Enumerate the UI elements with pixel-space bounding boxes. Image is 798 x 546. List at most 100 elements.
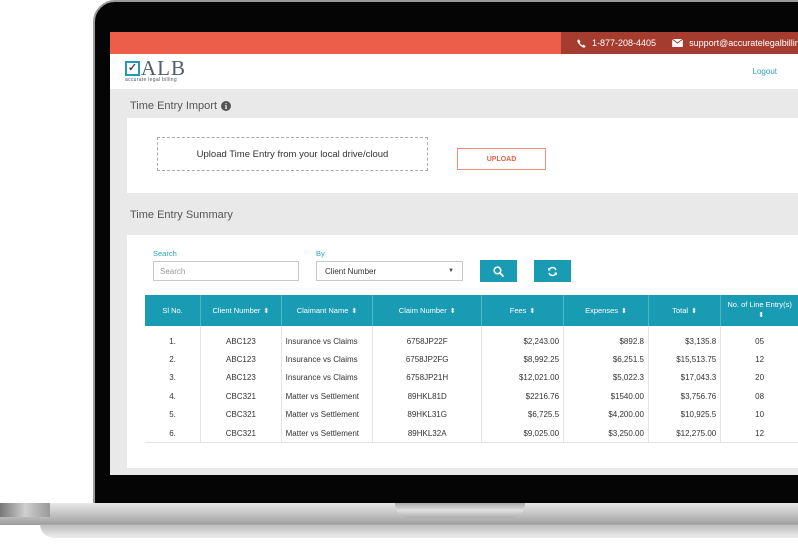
cell-line-entries: 05 [755,336,765,346]
table-row[interactable]: 5. CBC321 Matter vs Settlement 89HKL31G $6,7… [145,405,798,424]
search-input[interactable] [153,261,299,281]
cell-client-number: CBC321 [200,423,282,444]
column-header-line-entries[interactable]: No. of Line Entry(s)⬍ [720,295,798,326]
top-contact-bar: 1-877-208-4405 support@accuratelegalbill… [110,32,798,54]
table-row[interactable]: 2. ABC123 Insurance vs Claims 6758JP2FG $8,9… [145,350,798,369]
cell-expenses: $6,251.5 [563,350,649,369]
table-row[interactable]: 1. ABC123 Insurance vs Claims 6758JP22F $2,2… [145,326,798,351]
cell-total: $15,513.75 [648,350,722,369]
cell-total: $3,756.76 [648,387,722,406]
cell-fees: $12,021.00 [481,368,565,388]
cell-fees: $2216.76 [481,387,565,406]
table-header-row: Sl No. Client Number ⬍ Claimant Name ⬍ Cla… [145,295,798,326]
logo-text: ALB [141,56,186,80]
envelope-icon [672,39,684,47]
column-header-claimant-name[interactable]: Claimant Name ⬍ [281,295,374,326]
cell-claim-number: 6758JP21H [372,368,483,388]
dropzone-text: Upload Time Entry from your local drive/… [196,148,389,160]
phone-contact[interactable]: 1-877-208-4405 [577,38,656,48]
column-header-expenses[interactable]: Expenses ⬍ [563,295,649,326]
cell-claim-number: 89HKL31G [372,405,483,424]
column-header-sl-no: Sl No. [145,295,202,326]
column-header-fees[interactable]: Fees ⬍ [481,295,565,326]
column-header-client-number[interactable]: Client Number ⬍ [200,295,282,326]
cell-sl-no: 4. [145,387,202,406]
sort-icon[interactable]: ⬍ [758,311,764,321]
import-title-text: Time Entry Import [130,100,217,112]
laptop-notch [395,503,525,518]
cell-expenses: $3,250.00 [563,423,649,444]
logout-link[interactable]: Logout [753,67,777,76]
cell-fees: $2,243.00 [481,326,565,351]
contact-info: 1-877-208-4405 support@accuratelegalbill… [561,32,798,54]
cell-client-number: CBC321 [200,387,282,406]
sort-icon[interactable]: ⬍ [691,307,697,315]
cell-line-entries: 20 [755,373,765,383]
email-contact[interactable]: support@accuratelegalbilling [672,38,798,48]
summary-title-text: Time Entry Summary [130,209,233,221]
cell-claim-number: 6758JP2FG [372,350,483,369]
upload-button[interactable]: UPLOAD [457,148,546,170]
upload-dropzone[interactable]: Upload Time Entry from your local drive/… [157,137,428,171]
cell-total: $12,275.00 [648,423,722,444]
search-by-select[interactable]: Client Number ▼ [316,261,463,281]
cell-client-number: ABC123 [200,368,282,388]
cell-client-number: ABC123 [200,350,282,369]
checkbox-logo-icon: ✓ [125,60,140,76]
cell-expenses: $4,200.00 [563,405,649,424]
info-circle-icon[interactable]: i [221,101,231,111]
cell-sl-no: 1. [145,326,202,351]
cell-fees: $9,025.00 [481,423,565,444]
cell-claimant-name: Insurance vs Claims [281,326,374,351]
phone-number: 1-877-208-4405 [592,38,657,48]
column-header-claim-number[interactable]: Claim Number ⬍ [372,295,483,326]
table-row[interactable]: 6. CBC321 Matter vs Settlement 89HKL32A $9,0… [145,423,798,444]
cell-total: $10,925.5 [648,405,722,424]
refresh-button[interactable] [534,260,571,282]
import-section-title: Time Entry Import i [130,100,231,112]
cell-fees: $6,725.5 [481,405,565,424]
cell-sl-no: 5. [145,405,202,424]
laptop-base-shadow [40,524,798,538]
cell-claimant-name: Matter vs Settlement [281,405,374,424]
logo-tagline: accurate legal billing [125,77,177,83]
cell-sl-no: 6. [145,423,202,444]
cell-claimant-name: Matter vs Settlement [281,387,374,406]
cell-line-entries: 10 [755,410,765,420]
cell-claim-number: 89HKL32A [372,423,483,444]
support-email: support@accuratelegalbilling [689,38,798,48]
cell-client-number: ABC123 [200,326,282,351]
sort-icon[interactable]: ⬍ [529,307,535,315]
column-header-total[interactable]: Total ⬍ [648,295,722,326]
cell-claim-number: 6758JP22F [372,326,483,351]
table-row[interactable]: 4. CBC321 Matter vs Settlement 89HKL81D $221… [145,387,798,406]
table-body: 1. ABC123 Insurance vs Claims 6758JP22F $2,2… [145,326,798,444]
cell-fees: $8,992.25 [481,350,565,369]
sort-icon[interactable]: ⬍ [263,307,269,315]
table-row[interactable]: 3. ABC123 Insurance vs Claims 6758JP21H $12,… [145,368,798,388]
time-entry-summary-table: Sl No. Client Number ⬍ Claimant Name ⬍ Cla… [145,295,798,444]
search-button[interactable] [480,260,517,282]
cell-line-entries: 12 [720,423,798,444]
by-label: By [316,249,325,258]
cell-expenses: $892.8 [563,326,649,351]
cell-sl-no: 3. [145,368,202,388]
summary-panel: Search By Client Number ▼ Sl No. Client … [127,235,798,468]
cell-total: $17,043.3 [648,368,722,388]
sort-icon[interactable]: ⬍ [621,307,627,315]
alb-logo[interactable]: ✓ ALB accurate legal billing [125,58,186,83]
sort-icon[interactable]: ⬍ [450,307,456,315]
cell-claimant-name: Insurance vs Claims [281,368,374,388]
summary-section-title: Time Entry Summary [130,209,233,221]
cell-claimant-name: Matter vs Settlement [281,423,374,444]
cell-total: $3,135.8 [648,326,722,351]
cell-claimant-name: Insurance vs Claims [281,350,374,369]
laptop-base-edge [0,503,50,517]
search-icon [493,265,504,277]
search-by-value: Client Number [325,266,377,276]
app-screen: 1-877-208-4405 support@accuratelegalbill… [110,32,798,475]
sort-icon[interactable]: ⬍ [351,307,357,315]
cell-claim-number: 89HKL81D [372,387,483,406]
refresh-icon [548,266,557,276]
caret-down-icon: ▼ [448,268,454,274]
